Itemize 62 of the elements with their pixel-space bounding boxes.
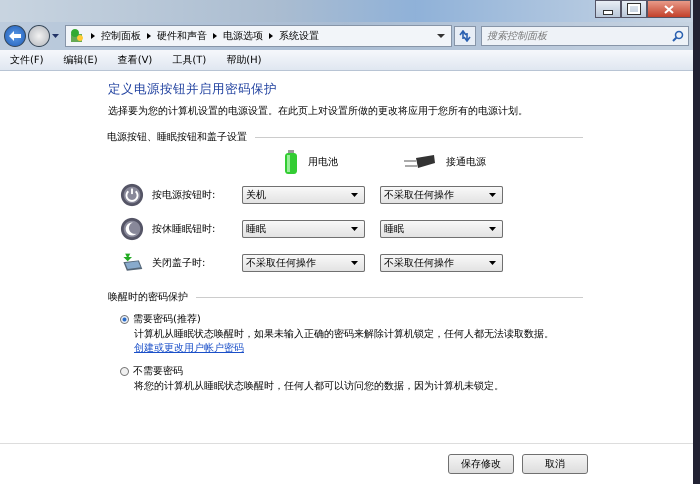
option-description: 将您的计算机从睡眠状态唤醒时，任何人都可以访问您的数据，因为计算机未锁定。 (134, 380, 505, 394)
section-heading: 电源按钮、睡眠按钮和盖子设置 (107, 130, 247, 144)
chevron-icon[interactable] (91, 33, 95, 39)
chevron-icon[interactable] (269, 33, 273, 39)
menu-item[interactable]: 工具(T) (172, 53, 206, 67)
battery-icon (284, 150, 298, 174)
caret-icon (351, 193, 358, 197)
close-button[interactable] (647, 0, 691, 18)
moon-icon (120, 216, 144, 242)
column-heading: 用电池 (308, 156, 338, 169)
dropdown[interactable]: 不采取任何操作 (380, 186, 503, 204)
dropdown[interactable]: 不采取任何操作 (242, 254, 365, 272)
menu-item[interactable]: 帮助(H) (226, 53, 262, 67)
caret-icon[interactable] (52, 34, 59, 38)
option-description: 计算机从睡眠状态唤醒时，如果未输入正确的密码来解除计算机锁定，任何人都无法读取数据。 创建或更改用户帐户密码 (134, 328, 555, 356)
chevron-icon[interactable] (213, 33, 217, 39)
link[interactable]: 创建或更改用户帐户密码 (134, 343, 244, 354)
menu-item[interactable]: 编辑(E) (64, 53, 98, 67)
dropdown[interactable]: 关机 (242, 186, 365, 204)
search-field[interactable]: 搜索控制面板 (481, 26, 689, 46)
dialog-button[interactable]: 取消 (522, 454, 588, 474)
maximize-button[interactable] (621, 0, 647, 18)
setting-label: 按休睡眠钮时: (151, 222, 216, 236)
back-button[interactable] (4, 25, 26, 47)
address-bar[interactable]: 控制面板 硬件和声音 电源选项 系统设置 (65, 25, 452, 47)
forward-button[interactable] (28, 25, 50, 47)
caret-icon (489, 193, 496, 197)
dropdown[interactable]: 睡眠 (242, 220, 365, 238)
menu-item[interactable]: 查看(V) (118, 53, 152, 67)
breadcrumb[interactable]: 系统设置 (279, 29, 319, 43)
breadcrumb[interactable]: 控制面板 (101, 29, 141, 43)
caret-icon (489, 261, 496, 265)
breadcrumb[interactable]: 硬件和声音 (157, 29, 207, 43)
refresh-icon (458, 30, 472, 42)
menu-item[interactable]: 文件(F) (10, 53, 44, 67)
caret-icon (351, 261, 358, 265)
intro-text: 选择要为您的计算机设置的电源设置。在此页上对设置所做的更改将应用于您所有的电源计划。 (108, 104, 529, 118)
radio-button[interactable] (120, 366, 129, 376)
caret-icon (489, 227, 496, 231)
section-heading: 唤醒时的密码保护 (108, 290, 188, 304)
close-icon (664, 4, 674, 14)
caret-icon (351, 227, 358, 231)
option-label: 需要密码(推荐) (133, 312, 201, 326)
radio-button[interactable] (120, 314, 129, 324)
power-plug-icon (402, 154, 436, 170)
dropdown[interactable]: 不采取任何操作 (380, 254, 503, 272)
back-arrow-icon (8, 30, 22, 42)
setting-label: 按电源按钮时: (151, 188, 216, 202)
dropdown[interactable]: 睡眠 (380, 220, 503, 238)
dialog-button[interactable]: 保存修改 (448, 454, 514, 474)
breadcrumb[interactable]: 电源选项 (223, 29, 263, 43)
dropdown-icon[interactable] (437, 34, 445, 38)
minimize-button[interactable] (595, 0, 621, 18)
column-heading: 接通电源 (446, 156, 486, 169)
page-title: 定义电源按钮并启用密码保护 (108, 81, 278, 98)
setting-label: 关闭盖子时: (151, 256, 206, 270)
power-icon (120, 182, 144, 208)
search-icon (672, 30, 684, 42)
control-panel-icon (69, 28, 85, 44)
chevron-icon[interactable] (147, 33, 151, 39)
option-label: 不需要密码 (133, 364, 183, 378)
refresh-button[interactable] (454, 26, 476, 46)
